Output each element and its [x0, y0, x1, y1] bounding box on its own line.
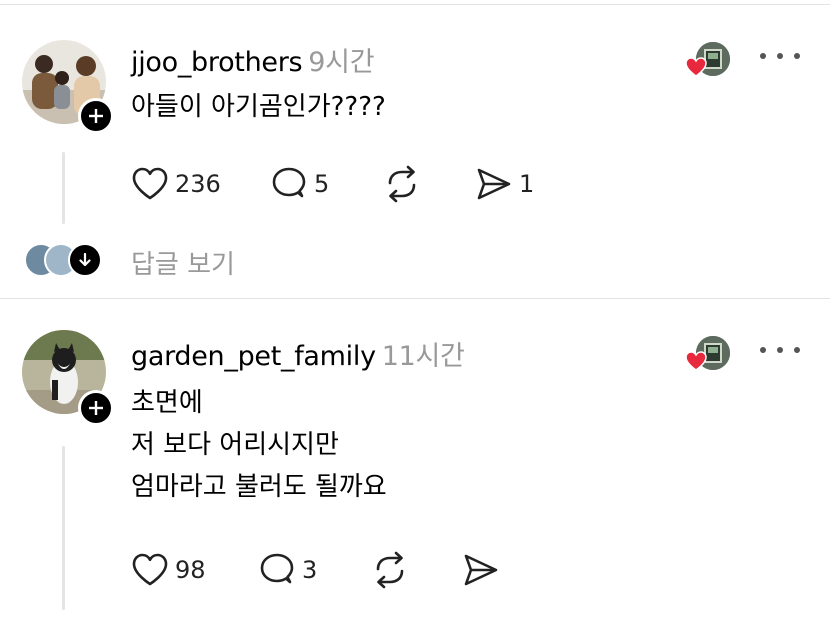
- repost-icon: [388, 165, 416, 203]
- plus-icon: [89, 109, 103, 123]
- post-divider: [0, 298, 830, 299]
- comment-button[interactable]: 3: [258, 550, 317, 590]
- like-count: 98: [175, 556, 206, 584]
- share-icon: [477, 168, 511, 200]
- post-line: 초면에: [131, 388, 203, 418]
- like-count: 236: [175, 170, 221, 198]
- follow-button[interactable]: [78, 98, 114, 134]
- repost-button[interactable]: [382, 164, 422, 204]
- post-time: 9시간: [308, 47, 375, 78]
- follow-button[interactable]: [78, 390, 114, 426]
- repost-icon: [376, 551, 404, 589]
- heart-icon: [685, 351, 707, 371]
- username-text[interactable]: jjoo_brothers: [131, 47, 303, 78]
- more-icon: [760, 347, 766, 353]
- thread-line: [62, 152, 65, 224]
- comment-count: 3: [302, 556, 318, 584]
- share-button[interactable]: 1: [475, 164, 534, 204]
- thread-line: [62, 446, 65, 610]
- repost-button[interactable]: [370, 550, 410, 590]
- like-button[interactable]: 236: [131, 164, 221, 204]
- expand-replies-button[interactable]: [68, 243, 102, 277]
- post-line: 아들이 아기곰인가????: [131, 92, 386, 122]
- username[interactable]: jjoo_brothers 9시간: [131, 40, 375, 79]
- post-text: 아들이 아기곰인가????: [131, 86, 386, 128]
- comment-button[interactable]: 5: [270, 164, 329, 204]
- comment-count: 5: [314, 170, 330, 198]
- username-text[interactable]: garden_pet_family: [131, 341, 376, 372]
- share-count: 1: [519, 170, 535, 198]
- post-text: 초면에 저 보다 어리시지만 엄마라고 불러도 될까요: [131, 382, 387, 508]
- more-button[interactable]: [760, 46, 800, 66]
- post-time: 11시간: [381, 341, 465, 372]
- post-line: 저 보다 어리시지만: [131, 430, 339, 460]
- post-2: garden_pet_family 11시간 초면에 저 보다 어리시지만 엄마라…: [0, 300, 830, 621]
- share-button[interactable]: [462, 550, 506, 590]
- post-line: 엄마라고 불러도 될까요: [131, 472, 387, 502]
- post-1: jjoo_brothers 9시간 아들이 아기곰인가???? 236 5 1 …: [0, 0, 830, 300]
- reply-avatars[interactable]: [24, 243, 110, 279]
- view-replies-link[interactable]: 답글 보기: [131, 244, 235, 281]
- liker-avatar[interactable]: [684, 334, 734, 374]
- more-icon: [760, 53, 766, 59]
- share-icon: [464, 554, 498, 586]
- heart-icon: [685, 57, 707, 77]
- liker-avatar[interactable]: [684, 40, 734, 80]
- plus-icon: [89, 401, 103, 415]
- heart-icon: [132, 167, 168, 200]
- comment-icon: [272, 167, 306, 198]
- heart-icon: [132, 553, 168, 586]
- more-button[interactable]: [760, 340, 800, 360]
- like-button[interactable]: 98: [131, 550, 206, 590]
- arrow-down-icon: [79, 252, 91, 267]
- username[interactable]: garden_pet_family 11시간: [131, 334, 465, 373]
- comment-icon: [260, 553, 294, 584]
